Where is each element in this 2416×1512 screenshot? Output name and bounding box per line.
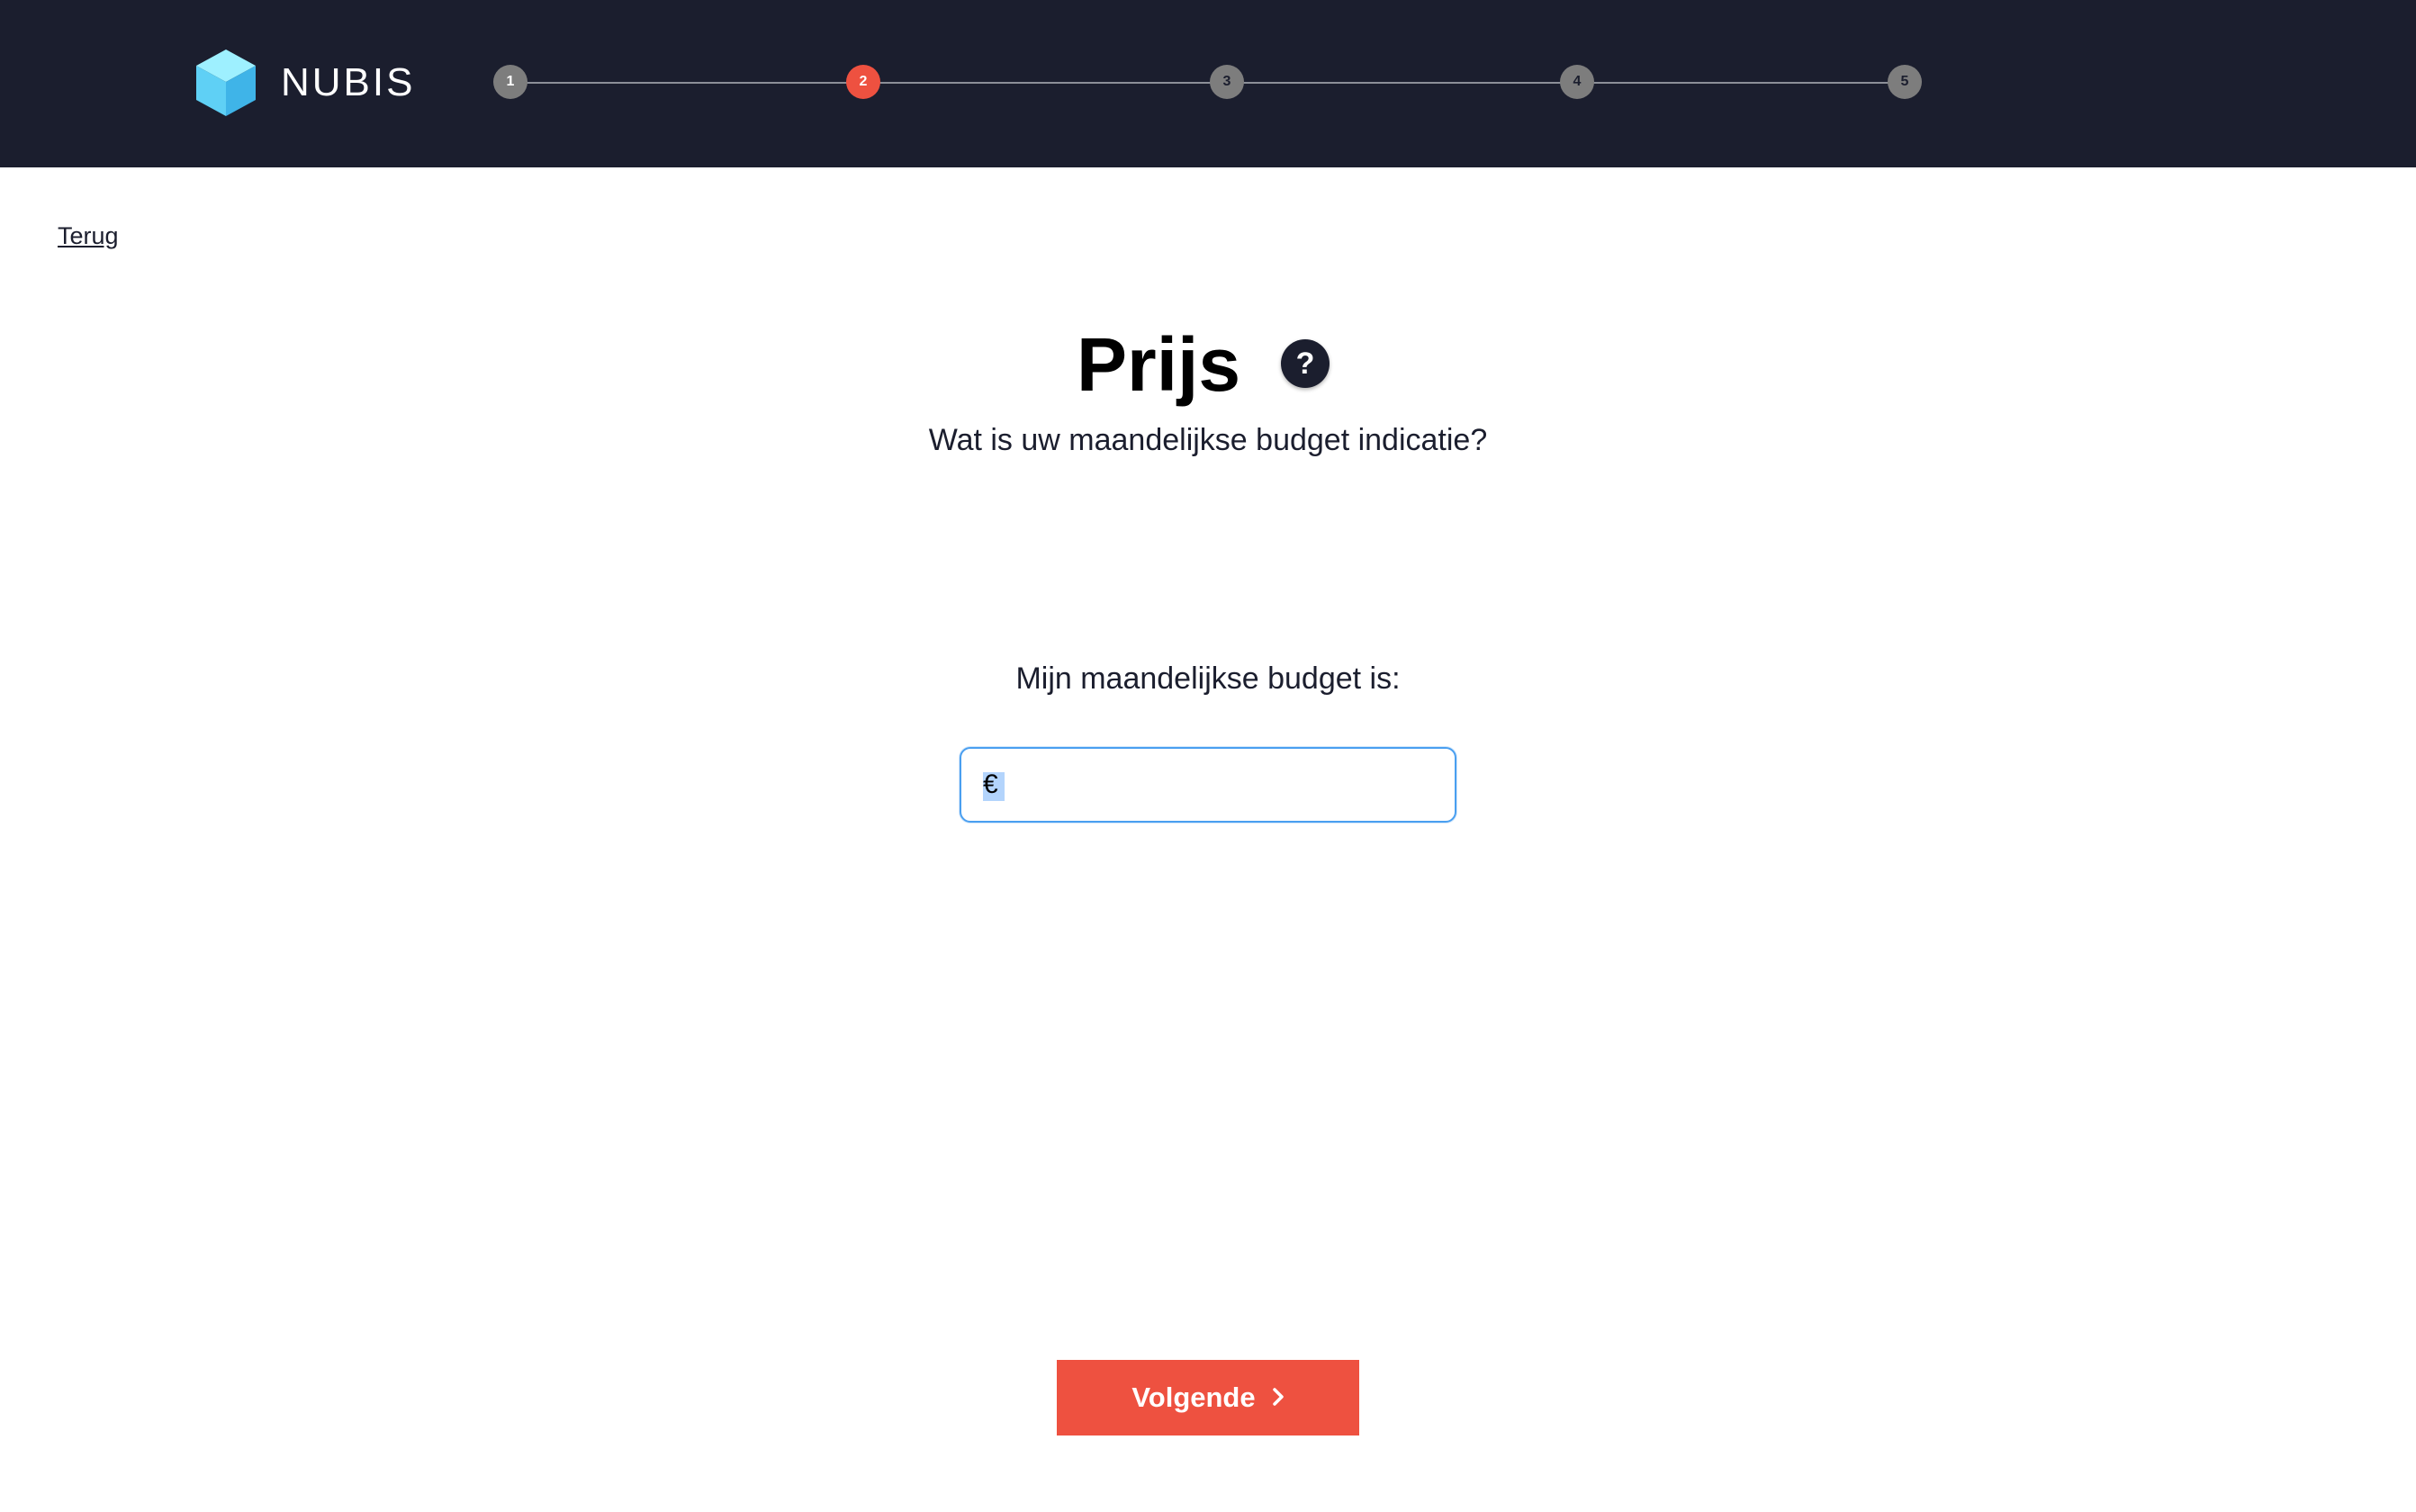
progress-stepper-line bbox=[509, 82, 1905, 84]
next-button-label: Volgende bbox=[1131, 1382, 1256, 1413]
page-title: Prijs bbox=[1077, 322, 1241, 407]
page-subtitle: Wat is uw maandelijkse budget indicatie? bbox=[928, 423, 1488, 457]
brand-name: NUBIS bbox=[281, 60, 416, 104]
top-header: NUBIS 1 2 3 4 5 bbox=[0, 0, 2416, 167]
back-link[interactable]: Terug bbox=[58, 222, 119, 250]
step-3: 3 bbox=[1210, 65, 1244, 99]
step-4: 4 bbox=[1560, 65, 1594, 99]
brand-logo[interactable]: NUBIS bbox=[196, 50, 415, 116]
title-row: Prijs ? bbox=[0, 315, 2416, 414]
next-button[interactable]: Volgende bbox=[1057, 1360, 1359, 1436]
cube-icon bbox=[196, 50, 256, 116]
help-glyph: ? bbox=[1295, 346, 1315, 381]
budget-input-wrapper[interactable] bbox=[960, 747, 1456, 823]
step-1: 1 bbox=[493, 65, 527, 99]
budget-label: Mijn maandelijkse budget is: bbox=[1015, 662, 1401, 696]
step-2: 2 bbox=[846, 65, 880, 99]
budget-input[interactable] bbox=[983, 749, 1433, 821]
help-icon[interactable]: ? bbox=[1281, 339, 1330, 388]
step-5: 5 bbox=[1888, 65, 1922, 99]
chevron-right-icon bbox=[1272, 1382, 1285, 1414]
